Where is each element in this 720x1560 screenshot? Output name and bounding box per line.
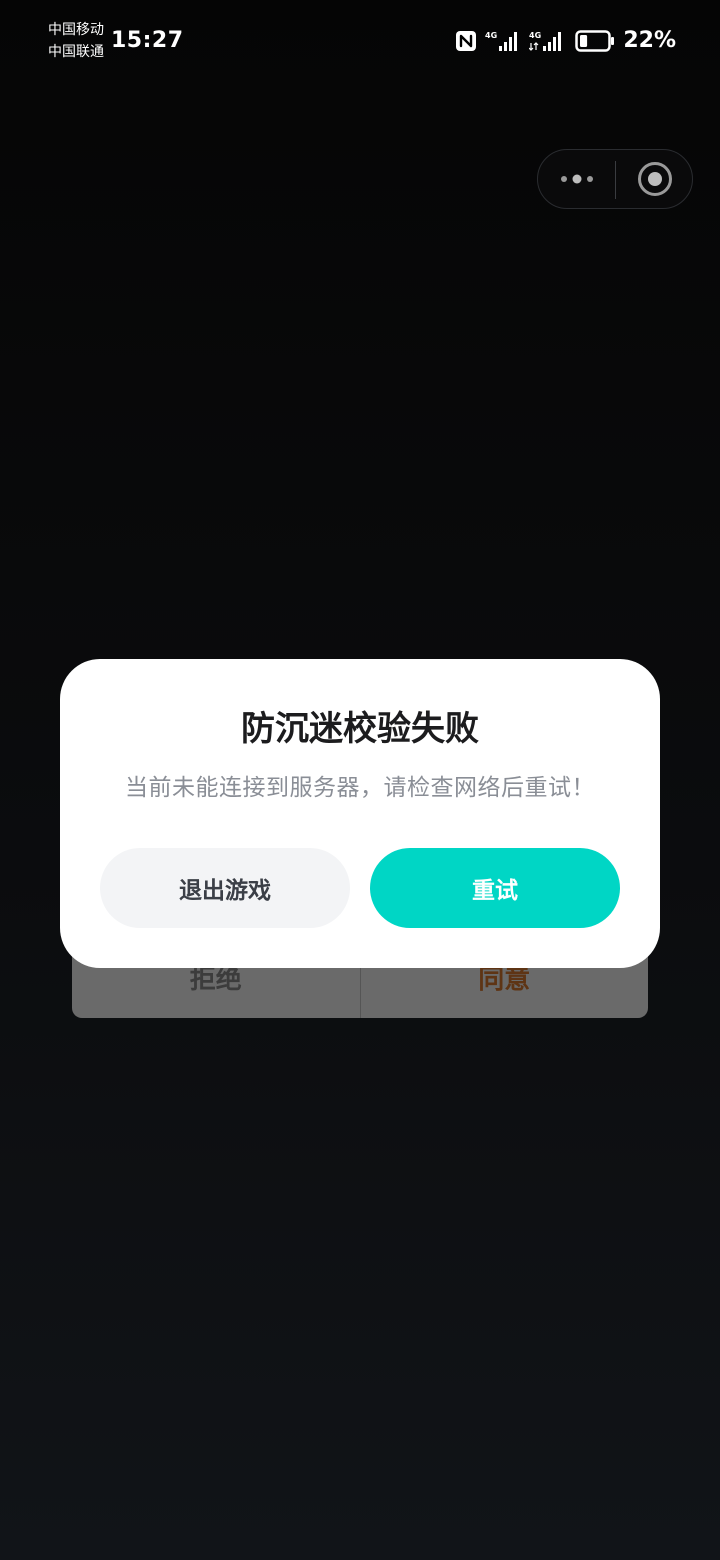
carrier-info: 中国移动 中国联通 (48, 19, 104, 63)
carrier-1: 中国移动 (48, 22, 104, 38)
signal-4g-icon: 4G (485, 31, 518, 51)
anti-addiction-dialog: 防沉迷校验失败 当前未能连接到服务器，请检查网络后重试！ 退出游戏 重试 (60, 659, 660, 968)
dialog-message: 当前未能连接到服务器，请检查网络后重试！ (125, 775, 595, 801)
capsule-menu (537, 149, 693, 209)
nfc-icon (456, 31, 477, 51)
network-2-label: 4G (529, 31, 541, 40)
status-icons: 4G 4G 22% (455, 26, 676, 56)
network-1-label: 4G (485, 31, 497, 40)
battery-icon (575, 30, 615, 52)
retry-button[interactable]: 重试 (370, 848, 620, 928)
dialog-title: 防沉迷校验失败 (241, 709, 479, 749)
carrier-2: 中国联通 (48, 44, 104, 60)
status-bar: 中国移动 中国联通 15:27 4G 4G 22% (0, 0, 720, 80)
battery-percent: 22% (623, 28, 676, 53)
exit-game-button[interactable]: 退出游戏 (100, 848, 350, 928)
more-button[interactable] (538, 150, 615, 208)
more-dots-icon (560, 174, 593, 184)
signal-4g-icon: 4G (529, 31, 562, 51)
close-circle-icon (637, 162, 672, 196)
close-button[interactable] (616, 150, 693, 208)
status-time: 15:27 (111, 28, 184, 53)
battery-fill (580, 35, 588, 47)
